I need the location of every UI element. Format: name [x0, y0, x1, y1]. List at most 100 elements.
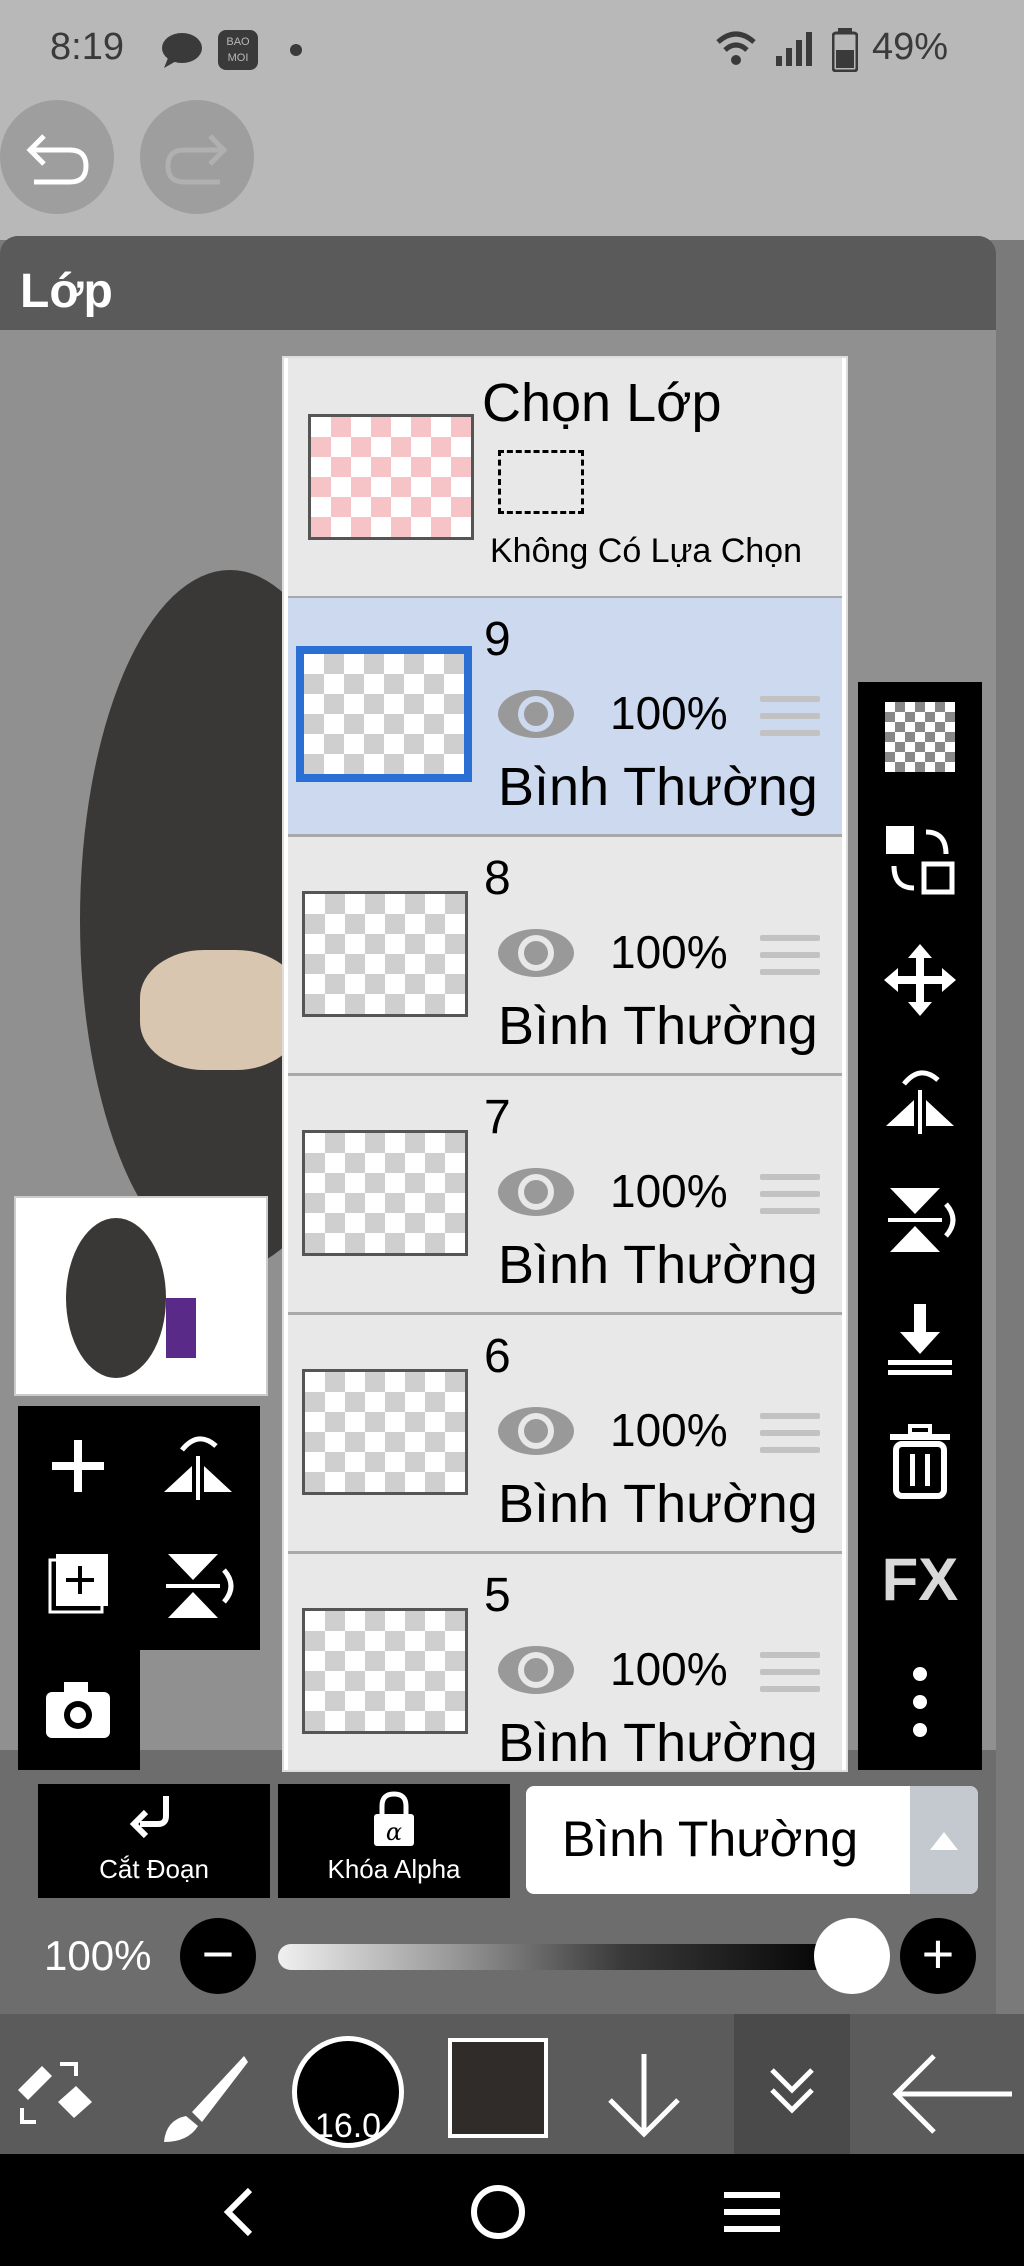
selection-layer-thumbnail — [308, 414, 474, 540]
opacity-increase-button[interactable]: + — [900, 1918, 976, 1994]
clip-arrow-icon — [129, 1796, 169, 1839]
layer-opacity: 100% — [610, 1404, 728, 1456]
merge-down-icon[interactable] — [880, 1300, 960, 1380]
layer-thumbnail — [302, 1130, 468, 1256]
layer-blend-mode: Bình Thường — [498, 996, 818, 1056]
layer-blend-mode: Bình Thường — [498, 1713, 818, 1772]
layer-opacity: 100% — [610, 687, 728, 739]
drag-handle-icon[interactable] — [760, 1174, 820, 1218]
preview-arm — [166, 1298, 196, 1358]
blend-mode-dropdown-button[interactable] — [910, 1786, 978, 1894]
layer-thumbnail — [302, 891, 468, 1017]
redo-icon — [165, 134, 228, 185]
arrow-down-icon[interactable] — [596, 2046, 692, 2142]
triangle-up-icon — [930, 1832, 958, 1850]
layer-row[interactable]: 8 100% Bình Thường — [288, 837, 842, 1076]
selection-layer-row[interactable]: Chọn Lớp Không Có Lựa Chọn — [288, 358, 842, 599]
selection-status: Không Có Lựa Chọn — [490, 532, 802, 570]
nav-home-icon[interactable] — [466, 2180, 530, 2244]
bottom-toolbar: 16.0 — [0, 2014, 1024, 2154]
nav-menu-icon[interactable] — [720, 2182, 784, 2242]
more-icon[interactable] — [880, 1662, 960, 1742]
wifi-icon — [716, 31, 756, 65]
trash-icon[interactable] — [880, 1420, 960, 1500]
panel-header: Lớp — [0, 236, 996, 330]
visibility-eye-icon[interactable] — [496, 1401, 576, 1461]
drag-handle-icon[interactable] — [760, 1413, 820, 1457]
notification-dot-icon — [290, 44, 302, 56]
visibility-eye-icon[interactable] — [496, 1640, 576, 1700]
move-icon[interactable] — [880, 940, 960, 1020]
layer-blend-mode: Bình Thường — [498, 757, 818, 817]
checker-icon[interactable] — [885, 702, 955, 772]
canvas-top-area — [0, 100, 1024, 240]
back-arrow-icon[interactable] — [888, 2046, 1016, 2142]
canvas-preview-thumbnail[interactable] — [14, 1196, 268, 1396]
redo-button[interactable] — [140, 100, 254, 214]
opacity-slider-thumb[interactable] — [814, 1918, 890, 1994]
color-swatch[interactable] — [448, 2038, 548, 2138]
layer-opacity: 100% — [610, 1165, 728, 1217]
layer-number: 5 — [484, 1569, 511, 1622]
nav-back-icon[interactable] — [210, 2182, 270, 2242]
swap-layer-icon[interactable] — [880, 820, 960, 900]
lock-alpha-icon: α — [374, 1791, 414, 1846]
drag-handle-icon[interactable] — [760, 696, 820, 740]
drag-handle-icon[interactable] — [760, 935, 820, 979]
brush-size-button[interactable]: 16.0 — [292, 2036, 404, 2148]
undo-button[interactable] — [0, 100, 114, 214]
message-icon — [162, 33, 202, 68]
flip-horizontal-icon[interactable] — [880, 1060, 960, 1140]
layer-row[interactable]: 6 100% Bình Thường — [288, 1315, 842, 1554]
selection-marquee-icon — [498, 450, 584, 514]
layer-opacity: 100% — [610, 1643, 728, 1695]
alpha-lock-button[interactable]: α Khóa Alpha — [278, 1784, 510, 1898]
add-copy-layer-icon[interactable] — [38, 1546, 118, 1626]
selection-layer-title: Chọn Lớp — [482, 373, 722, 433]
chevron-double-down-icon — [770, 2068, 814, 2114]
clipping-label: Cắt Đoạn — [99, 1854, 209, 1884]
opacity-decrease-button[interactable]: − — [180, 1918, 256, 1994]
layer-list[interactable]: Chọn Lớp Không Có Lựa Chọn 9 100% Bình T… — [282, 356, 848, 1772]
tool-switch-icon[interactable] — [12, 2050, 98, 2136]
brush-size-value: 16.0 — [314, 2107, 382, 2145]
layer-opacity: 100% — [610, 926, 728, 978]
opacity-label: 100% — [44, 1932, 152, 1979]
drag-handle-icon[interactable] — [760, 1652, 820, 1696]
visibility-eye-icon[interactable] — [496, 684, 576, 744]
baomoi-icon: BAO MOI — [218, 30, 258, 70]
camera-icon[interactable] — [38, 1670, 118, 1750]
visibility-eye-icon[interactable] — [496, 923, 576, 983]
clipping-button[interactable]: Cắt Đoạn — [38, 1784, 270, 1898]
brush-icon[interactable] — [156, 2050, 252, 2146]
flip-layer-vertical-icon[interactable] — [158, 1546, 238, 1626]
add-layer-icon[interactable] — [38, 1426, 118, 1506]
layer-number: 9 — [484, 613, 511, 666]
opacity-slider[interactable] — [278, 1944, 850, 1970]
status-time: 8:19 — [50, 26, 124, 68]
battery-icon — [832, 28, 858, 72]
visibility-eye-icon[interactable] — [496, 1162, 576, 1222]
layer-thumbnail — [296, 646, 472, 782]
layer-blend-mode: Bình Thường — [498, 1235, 818, 1295]
status-bar: 8:19 BAO MOI 49% — [0, 0, 1024, 100]
layer-blend-mode: Bình Thường — [498, 1474, 818, 1534]
system-navigation-bar — [0, 2154, 1024, 2266]
blend-mode-value: Bình Thường — [562, 1811, 859, 1867]
flip-layer-horizontal-icon[interactable] — [158, 1426, 238, 1506]
undo-icon — [26, 134, 89, 185]
blend-mode-select[interactable]: Bình Thường — [526, 1786, 978, 1894]
layer-panel-toggle-button[interactable] — [734, 2014, 850, 2154]
fx-button[interactable]: FX — [880, 1540, 960, 1620]
layer-row[interactable]: 7 100% Bình Thường — [288, 1076, 842, 1315]
flip-vertical-icon[interactable] — [880, 1180, 960, 1260]
layer-row[interactable]: 9 100% Bình Thường — [288, 598, 842, 837]
svg-text:α: α — [386, 1818, 402, 1846]
left-tools-camera — [18, 1650, 140, 1770]
left-tools — [18, 1406, 260, 1650]
layer-number: 7 — [484, 1091, 511, 1144]
panel-title: Lớp — [20, 265, 113, 318]
layer-row[interactable]: 5 100% Bình Thường — [288, 1554, 842, 1772]
app-badge-text: BAO MOI — [226, 36, 250, 64]
preview-figure — [66, 1218, 166, 1378]
